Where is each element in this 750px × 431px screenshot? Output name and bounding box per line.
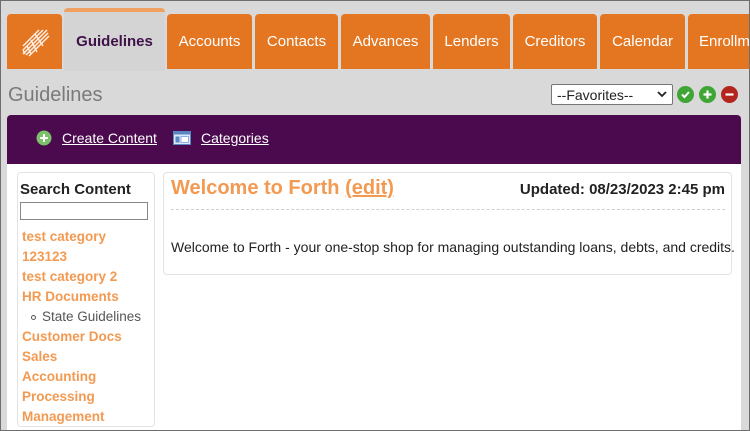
- create-content-link[interactable]: Create Content: [36, 130, 157, 146]
- favorites-value: --Favorites--: [557, 86, 634, 103]
- chevron-down-icon: [657, 91, 667, 98]
- plus-icon: [703, 90, 712, 99]
- tab-guidelines[interactable]: Guidelines: [64, 8, 165, 71]
- minus-icon: [725, 93, 734, 96]
- content-title: Welcome to Forth (edit): [171, 177, 394, 200]
- add-favorite-button[interactable]: [699, 86, 716, 103]
- category-processing[interactable]: Processing: [22, 387, 154, 407]
- tab-creditors[interactable]: Creditors: [513, 14, 597, 69]
- subcategory-label: State Guidelines: [42, 309, 142, 324]
- categories-label: Categories: [201, 130, 269, 146]
- edit-link[interactable]: (edit): [345, 177, 394, 199]
- content-toolbar: Create Content Categories: [7, 115, 741, 164]
- tab-accounts[interactable]: Accounts: [167, 14, 252, 69]
- content-title-text: Welcome to Forth: [171, 177, 340, 199]
- subcategory-state-guidelines[interactable]: State Guidelines: [22, 307, 154, 327]
- logo-icon: [21, 29, 49, 56]
- create-content-label: Create Content: [62, 130, 157, 146]
- tab-advances[interactable]: Advances: [341, 14, 430, 69]
- category-customer-docs[interactable]: Customer Docs: [22, 327, 154, 347]
- logo-tab[interactable]: [7, 14, 62, 69]
- content-panel: Welcome to Forth (edit) Updated: 08/23/2…: [163, 172, 735, 275]
- category-management[interactable]: Management: [22, 407, 154, 427]
- tab-lenders[interactable]: Lenders: [433, 14, 510, 69]
- category-hr-documents[interactable]: HR Documents: [22, 287, 154, 307]
- updated-timestamp: Updated: 08/23/2023 2:45 pm: [519, 181, 725, 198]
- tab-bar: Guidelines Accounts Contacts Advances Le…: [1, 1, 749, 71]
- category-accounting[interactable]: Accounting: [22, 367, 154, 387]
- divider: [171, 209, 725, 210]
- category-test-category[interactable]: test category: [22, 227, 154, 247]
- categories-icon: [173, 131, 191, 145]
- tab-enrollments[interactable]: Enrollm: [688, 14, 749, 69]
- search-panel: Search Content test category 123123 test…: [17, 172, 155, 427]
- category-123123[interactable]: 123123: [22, 247, 154, 267]
- tab-calendar[interactable]: Calendar: [600, 14, 685, 69]
- category-test-category-2[interactable]: test category 2: [22, 267, 154, 287]
- tab-contacts[interactable]: Contacts: [255, 14, 338, 69]
- bullet-icon: [31, 315, 36, 320]
- search-title: Search Content: [20, 181, 131, 198]
- check-icon: [681, 91, 690, 99]
- confirm-favorite-button[interactable]: [677, 86, 694, 103]
- category-sales[interactable]: Sales: [22, 347, 154, 367]
- search-input[interactable]: [20, 202, 148, 220]
- page-title: Guidelines: [8, 84, 103, 106]
- content-area: Search Content test category 123123 test…: [7, 164, 741, 430]
- add-content-icon: [36, 130, 52, 146]
- categories-link[interactable]: Categories: [173, 130, 269, 146]
- app-window: Guidelines Accounts Contacts Advances Le…: [0, 0, 750, 431]
- category-list: test category 123123 test category 2 HR …: [22, 227, 154, 427]
- favorites-select[interactable]: --Favorites--: [551, 84, 673, 105]
- content-body: Welcome to Forth - your one-stop shop fo…: [171, 239, 735, 255]
- remove-favorite-button[interactable]: [721, 86, 738, 103]
